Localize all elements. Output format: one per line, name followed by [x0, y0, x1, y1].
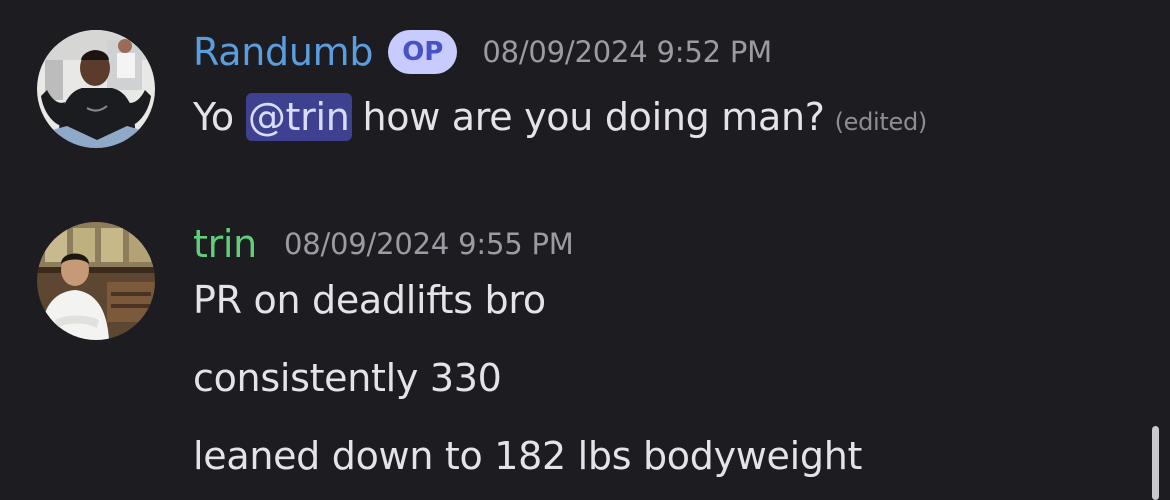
avatar[interactable]	[37, 30, 155, 148]
message-header: Randumb OP 08/09/2024 9:52 PM	[193, 27, 772, 77]
message-text-line: consistently 330	[193, 356, 502, 400]
user-mention[interactable]: @trin	[245, 93, 352, 141]
user-avatar-icon	[37, 30, 155, 148]
message-text-line: leaned down to 182 lbs bodyweight	[193, 434, 863, 478]
message-text: Yo	[193, 95, 234, 139]
timestamp: 08/09/2024 9:52 PM	[482, 35, 772, 69]
message-text-line: PR on deadlifts bro	[193, 278, 546, 322]
message-content: Yo @trin how are you doing man? (edited)	[193, 88, 927, 146]
message-header: trin 08/09/2024 9:55 PM	[193, 222, 574, 266]
timestamp: 08/09/2024 9:55 PM	[283, 227, 574, 261]
message-randumb[interactable]: Randumb OP 08/09/2024 9:52 PM Yo @trin h…	[0, 0, 1170, 190]
scrollbar[interactable]	[1152, 426, 1159, 500]
user-avatar-icon	[37, 222, 155, 340]
op-badge: OP	[388, 30, 458, 74]
message-text: how are you doing man?	[362, 95, 825, 139]
username[interactable]: trin	[193, 222, 257, 266]
avatar[interactable]	[37, 222, 155, 340]
username[interactable]: Randumb	[193, 30, 373, 74]
message-trin[interactable]: trin 08/09/2024 9:55 PM PR on deadlifts …	[0, 190, 1170, 500]
edited-label: (edited)	[834, 108, 928, 136]
